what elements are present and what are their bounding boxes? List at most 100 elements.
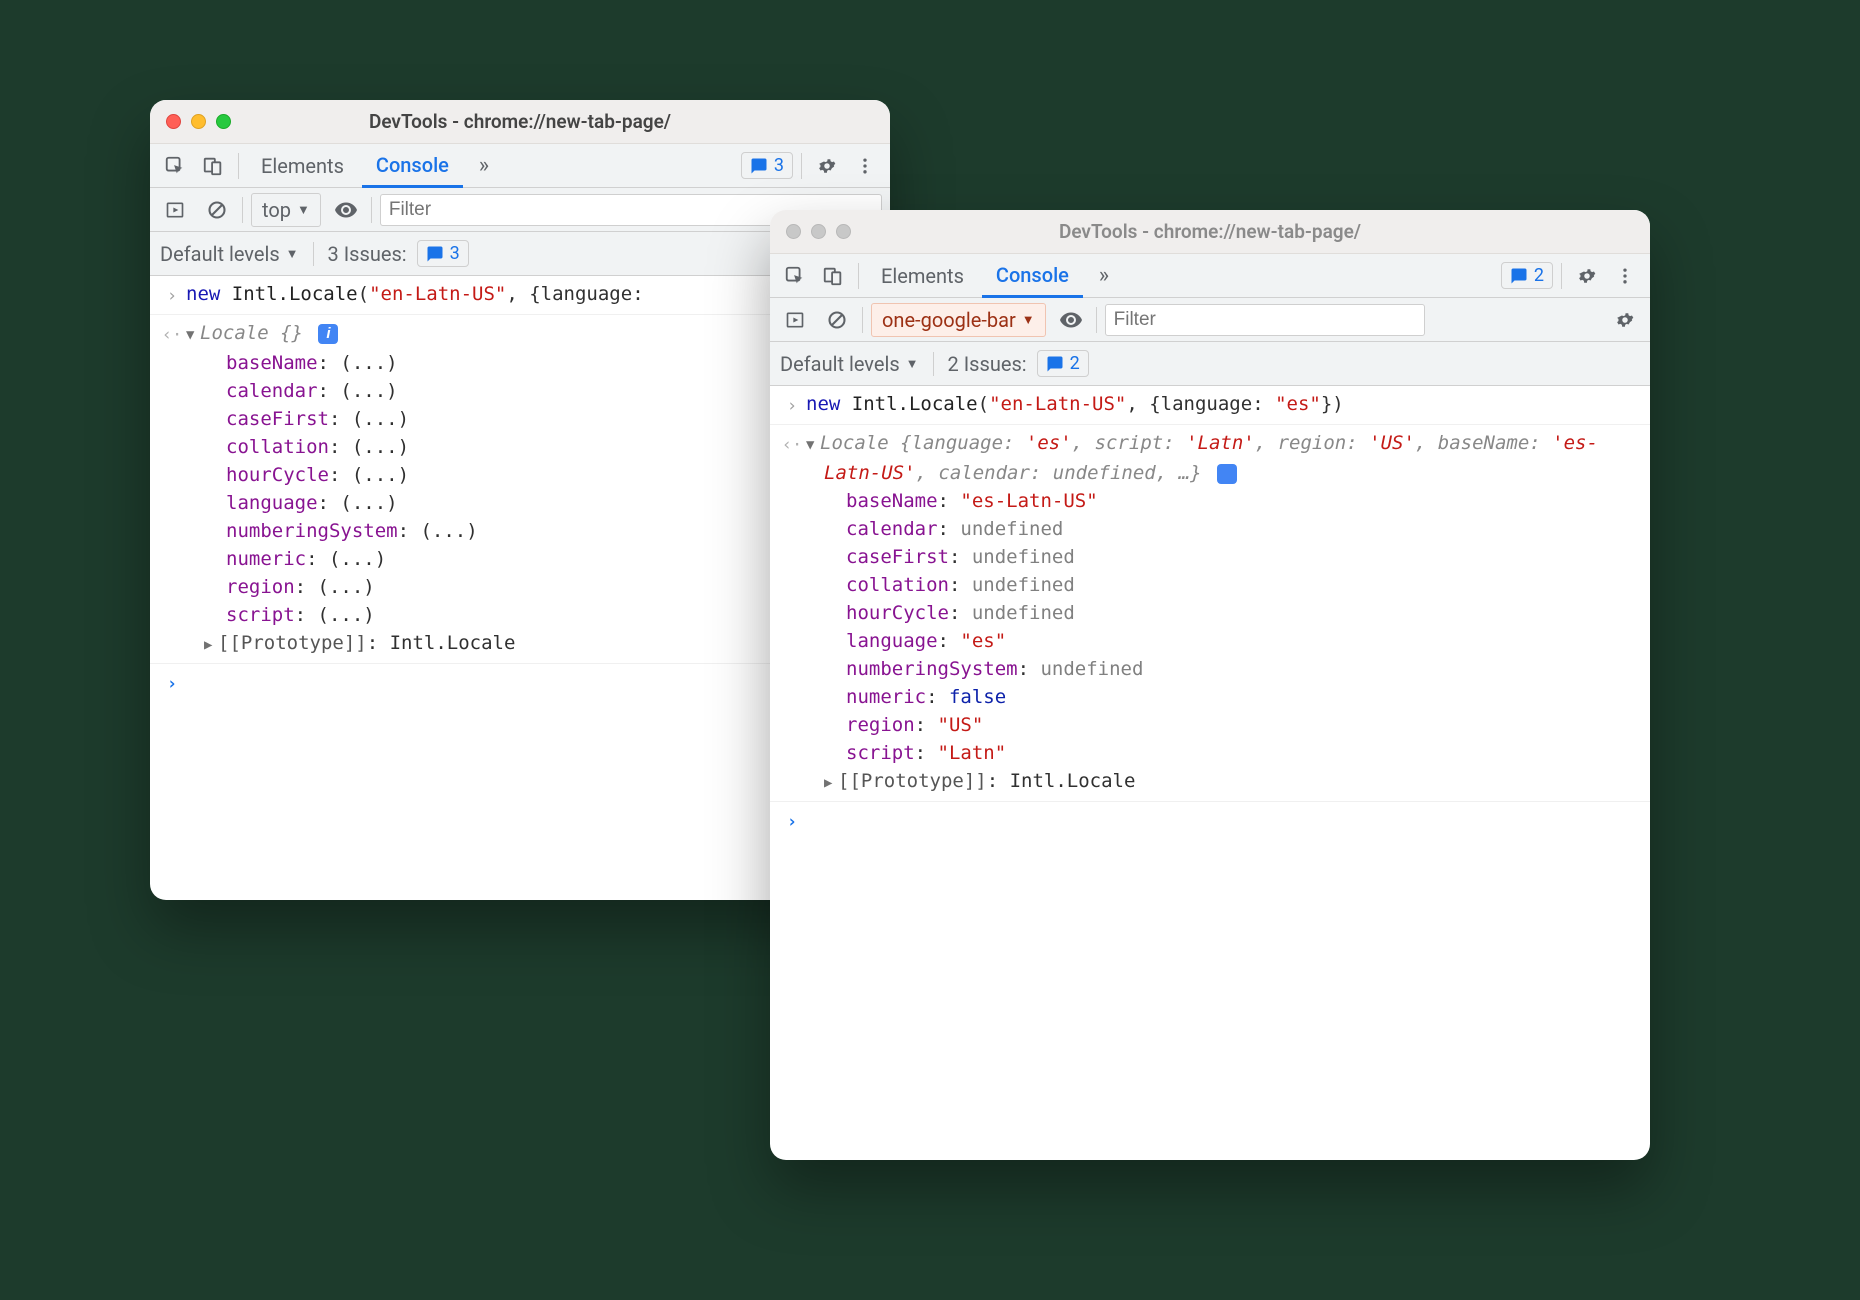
separator — [862, 307, 863, 333]
levels-select[interactable]: Default levels ▼ — [780, 352, 919, 376]
minimize-icon[interactable] — [191, 114, 206, 129]
chevron-down-icon: ▼ — [297, 202, 310, 218]
issues-link-label: 3 Issues: — [328, 242, 407, 266]
object-property-row[interactable]: language: "es" — [806, 627, 1642, 655]
more-tabs-icon[interactable]: » — [1087, 259, 1121, 293]
clear-console-icon[interactable] — [820, 303, 854, 337]
object-property-row[interactable]: hourCycle: undefined — [806, 599, 1642, 627]
maximize-icon[interactable] — [836, 224, 851, 239]
maximize-icon[interactable] — [216, 114, 231, 129]
prompt-icon: › — [778, 806, 806, 836]
info-icon[interactable]: i — [318, 324, 338, 344]
object-property-row[interactable]: collation: undefined — [806, 571, 1642, 599]
tabbar: Elements Console » 3 — [150, 144, 890, 188]
return-icon: ‹· — [158, 319, 186, 659]
object-property-row[interactable]: numberingSystem: undefined — [806, 655, 1642, 683]
gear-icon[interactable] — [1570, 259, 1604, 293]
separator — [858, 263, 859, 289]
separator — [1561, 263, 1562, 289]
object-property-row[interactable]: caseFirst: undefined — [806, 543, 1642, 571]
context-select[interactable]: one-google-bar ▼ — [871, 303, 1046, 337]
issues-badge[interactable]: 2 — [1501, 262, 1553, 289]
prompt-icon: › — [158, 668, 186, 698]
issues-count: 2 — [1534, 265, 1544, 286]
device-toggle-icon[interactable] — [816, 259, 850, 293]
separator — [238, 153, 239, 179]
object-property-row[interactable]: script: "Latn" — [806, 739, 1642, 767]
tab-elements[interactable]: Elements — [867, 254, 978, 297]
console-input-text: new Intl.Locale("en-Latn-US", {language:… — [806, 390, 1642, 420]
disclosure-closed-icon[interactable]: ▶ — [204, 631, 218, 659]
titlebar: DevTools - chrome://new-tab-page/ — [150, 100, 890, 144]
separator — [371, 197, 372, 223]
sidebar-toggle-icon[interactable] — [158, 193, 192, 227]
traffic-lights[interactable] — [166, 114, 231, 129]
window-title: DevTools - chrome://new-tab-page/ — [770, 220, 1650, 243]
issues-count: 3 — [450, 243, 460, 264]
object-property-row[interactable]: numeric: false — [806, 683, 1642, 711]
context-select[interactable]: top ▼ — [251, 193, 321, 227]
issues-link[interactable]: 2 Issues: 2 — [948, 350, 1089, 377]
disclosure-open-icon[interactable]: ▼ — [186, 321, 200, 349]
issues-count: 2 — [1070, 353, 1080, 374]
gear-icon[interactable] — [1608, 303, 1642, 337]
minimize-icon[interactable] — [811, 224, 826, 239]
sidebar-toggle-icon[interactable] — [778, 303, 812, 337]
kebab-menu-icon[interactable] — [848, 149, 882, 183]
tab-console[interactable]: Console — [982, 255, 1083, 298]
more-tabs-icon[interactable]: » — [467, 149, 501, 183]
chevron-right-icon: › — [158, 280, 186, 310]
console-output-row[interactable]: ‹· ▼Locale {language: 'es', script: 'Lat… — [770, 425, 1650, 801]
chevron-down-icon: ▼ — [286, 246, 299, 262]
live-expression-icon[interactable] — [1054, 303, 1088, 337]
console-input-row[interactable]: › new Intl.Locale("en-Latn-US", {languag… — [770, 386, 1650, 425]
levels-label: Default levels — [780, 352, 900, 376]
chevron-down-icon: ▼ — [906, 356, 919, 372]
object-property-row[interactable]: baseName: "es-Latn-US" — [806, 487, 1642, 515]
issues-badge-inline: 2 — [1037, 350, 1089, 377]
info-icon[interactable]: i — [1217, 464, 1237, 484]
issues-link[interactable]: 3 Issues: 3 — [328, 240, 469, 267]
chevron-right-icon: › — [778, 390, 806, 420]
tab-console[interactable]: Console — [362, 145, 463, 188]
disclosure-closed-icon[interactable]: ▶ — [824, 769, 838, 797]
issues-link-label: 2 Issues: — [948, 352, 1027, 376]
separator — [933, 352, 934, 376]
separator — [801, 153, 802, 179]
levels-label: Default levels — [160, 242, 280, 266]
context-label: top — [262, 198, 291, 222]
levels-select[interactable]: Default levels ▼ — [160, 242, 299, 266]
tabbar: Elements Console » 2 — [770, 254, 1650, 298]
levelsbar: Default levels ▼ 2 Issues: 2 — [770, 342, 1650, 386]
chevron-down-icon: ▼ — [1022, 312, 1035, 328]
device-toggle-icon[interactable] — [196, 149, 230, 183]
filterbar: one-google-bar ▼ — [770, 298, 1650, 342]
live-expression-icon[interactable] — [329, 193, 363, 227]
devtools-window-right: DevTools - chrome://new-tab-page/ Elemen… — [770, 210, 1650, 1160]
issues-badge[interactable]: 3 — [741, 152, 793, 179]
titlebar: DevTools - chrome://new-tab-page/ — [770, 210, 1650, 254]
inspect-icon[interactable] — [158, 149, 192, 183]
traffic-lights[interactable] — [786, 224, 851, 239]
close-icon[interactable] — [166, 114, 181, 129]
object-property-row[interactable]: calendar: undefined — [806, 515, 1642, 543]
issues-badge-inline: 3 — [417, 240, 469, 267]
close-icon[interactable] — [786, 224, 801, 239]
clear-console-icon[interactable] — [200, 193, 234, 227]
separator — [313, 242, 314, 266]
gear-icon[interactable] — [810, 149, 844, 183]
inspect-icon[interactable] — [778, 259, 812, 293]
return-icon: ‹· — [778, 429, 806, 797]
tab-elements[interactable]: Elements — [247, 144, 358, 187]
separator — [1096, 307, 1097, 333]
console-body: › new Intl.Locale("en-Latn-US", {languag… — [770, 386, 1650, 1160]
filter-input[interactable] — [1105, 304, 1425, 336]
issues-count: 3 — [774, 155, 784, 176]
context-label: one-google-bar — [882, 308, 1016, 332]
console-prompt-row[interactable]: › — [770, 801, 1650, 840]
kebab-menu-icon[interactable] — [1608, 259, 1642, 293]
console-output-text: ▼Locale {language: 'es', script: 'Latn',… — [806, 429, 1642, 797]
object-property-row[interactable]: region: "US" — [806, 711, 1642, 739]
separator — [242, 197, 243, 223]
disclosure-open-icon[interactable]: ▼ — [806, 431, 820, 459]
